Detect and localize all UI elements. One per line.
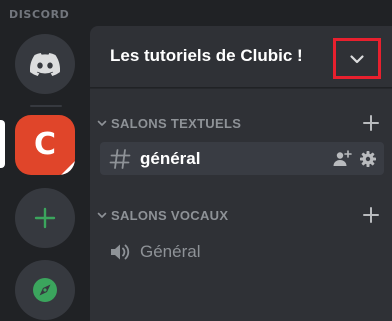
chevron-down-icon [350,54,364,63]
server-clubic[interactable]: C [15,115,75,175]
add-channel-icon[interactable] [362,206,380,224]
category-label: SALONS VOCAUX [111,207,229,223]
server-name: Les tutoriels de Clubic ! [110,46,303,65]
home-button[interactable] [15,34,75,94]
server-menu-dropdown-button[interactable] [333,38,381,79]
speaker-icon [111,244,130,259]
category-text-channels[interactable]: SALONS TEXTUELS [96,114,386,132]
discord-logo-icon [30,52,60,76]
channel-sidebar: Les tutoriels de Clubic ! SALONS TEXTUEL… [90,26,392,321]
hashtag-icon [109,148,131,169]
server-clubic-logo: C [33,127,57,162]
chevron-down-icon [97,120,107,126]
category-label: SALONS TEXTUELS [111,115,242,131]
channel-general-text[interactable]: général [100,142,384,175]
server-list-separator [30,105,62,107]
server-list: C [0,26,90,321]
title-bar: DISCORD [0,0,392,26]
plus-icon [34,207,56,229]
chevron-down-icon [97,212,107,218]
server-clubic-logo-corner [61,161,75,175]
channel-actions [332,149,378,169]
channel-general-voice[interactable]: Général [100,235,384,268]
channel-settings-gear-icon[interactable] [358,149,378,169]
server-header[interactable]: Les tutoriels de Clubic ! [90,26,392,88]
explore-servers-button[interactable] [15,260,75,320]
channel-name: Général [140,241,201,261]
compass-icon [33,278,57,302]
selected-server-indicator [0,120,5,168]
category-voice-channels[interactable]: SALONS VOCAUX [96,206,386,224]
channel-name: général [140,148,201,168]
add-server-button[interactable] [15,188,75,248]
app-brand: DISCORD [9,8,70,21]
invite-people-icon[interactable] [332,149,352,169]
add-channel-icon[interactable] [362,114,380,132]
